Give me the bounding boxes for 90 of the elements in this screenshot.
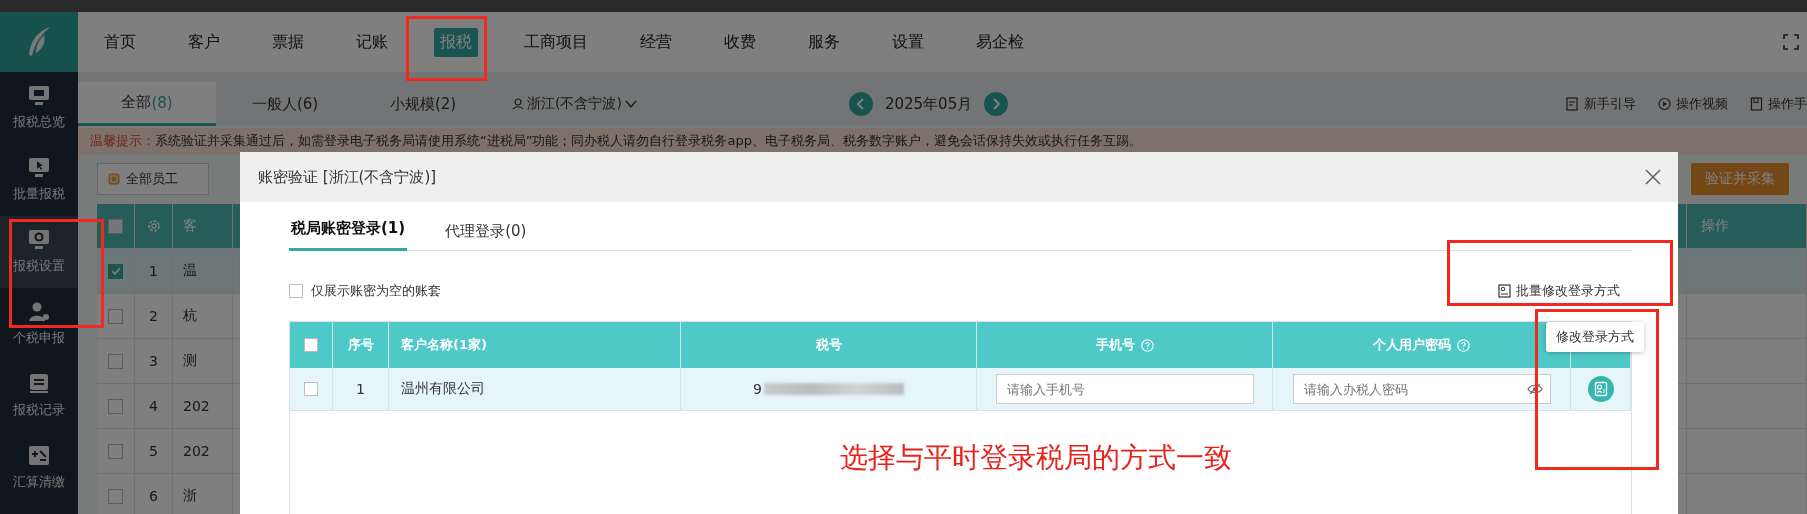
column-header: 客户名称(1家) [401, 336, 487, 354]
phone-field[interactable]: 请输入手机号 [995, 374, 1254, 404]
table-cell: 温 [183, 262, 197, 280]
checkbox[interactable] [289, 284, 303, 298]
sidebar-item[interactable]: 批量报税 [0, 144, 78, 216]
close-icon[interactable] [1645, 169, 1661, 185]
edit-login-button[interactable] [1587, 376, 1614, 402]
sidebar-item[interactable]: 报税记录 [0, 360, 78, 432]
table-cell: 5 [149, 443, 158, 459]
column-header: 手机号 [1095, 336, 1135, 354]
table-cell: 温州有限公司 [401, 380, 485, 398]
notice-text: 系统验证并采集通过后，如需登录电子税务局请使用系统“进税局”功能；同办税人请勿自行登录税务app、电子税务局、税务数字账户，避免会话保持失效或执行任务互踢。 [155, 132, 1142, 150]
password-field[interactable]: 请输入办税人密码 [1292, 374, 1551, 404]
sidebar-icon [27, 157, 51, 179]
tooltip: 修改登录方式 [1546, 322, 1644, 352]
document-icon [1566, 97, 1579, 111]
table-cell: 4 [149, 398, 158, 414]
sidebar-icon [27, 85, 51, 107]
category-tab[interactable]: 全部(8) [78, 82, 216, 126]
portrait-icon [1498, 284, 1511, 298]
checkbox[interactable] [304, 338, 318, 352]
checkbox[interactable] [108, 353, 123, 369]
table-cell: 测 [183, 352, 197, 370]
table-cell: 2 [149, 308, 158, 324]
login-tab[interactable]: 税局账密登录(1) [289, 219, 408, 251]
annotation-text: 选择与平时登录税局的方式一致 [839, 440, 1232, 476]
checkbox[interactable] [108, 488, 123, 504]
help-link[interactable]: 操作手 [1750, 95, 1807, 113]
column-header: 个人用户密码 [1373, 336, 1451, 354]
checkbox[interactable] [108, 308, 123, 324]
help-link[interactable]: 新手引导 [1566, 95, 1636, 113]
checkbox[interactable] [108, 398, 123, 414]
table-cell: 1 [149, 263, 158, 279]
table-cell: 杭 [183, 307, 197, 325]
column-header: 序号 [347, 336, 374, 354]
sidebar-icon [27, 229, 51, 251]
nav-item[interactable]: 设置 [886, 27, 930, 57]
help-icon[interactable] [1140, 338, 1154, 352]
settings-icon[interactable] [146, 219, 161, 233]
table-cell: 浙 [183, 487, 197, 505]
checkbox[interactable] [108, 443, 123, 459]
checkbox[interactable] [108, 218, 123, 234]
sidebar-icon [27, 301, 51, 323]
table-cell: 9 [753, 381, 762, 397]
eye-off-icon[interactable] [1526, 383, 1543, 395]
sidebar-item[interactable]: 报税总览 [0, 72, 78, 144]
staff-icon [108, 173, 120, 185]
nav-item[interactable]: 经营 [634, 27, 678, 57]
staff-filter[interactable]: 全部员工 [97, 163, 209, 195]
person-icon [512, 98, 524, 110]
dialog-title: 账密验证 [浙江(不含宁波)] [258, 167, 437, 187]
column-header: 客 [183, 217, 197, 235]
table-cell: 6 [149, 488, 158, 504]
table-cell: 3 [149, 353, 158, 369]
help-link[interactable]: 操作视频 [1658, 95, 1728, 113]
category-tab[interactable]: 小规模(2) [354, 82, 492, 126]
table-cell: 1 [356, 381, 365, 397]
sidebar-item[interactable]: 汇算清缴 [0, 432, 78, 504]
sidebar-icon [27, 445, 51, 467]
checkbox[interactable] [108, 263, 123, 279]
nav-item[interactable]: 记账 [350, 27, 394, 57]
chevron-down-icon [624, 99, 637, 109]
nav-item[interactable]: 票据 [266, 27, 310, 57]
region-select[interactable]: 浙江(不含宁波) [512, 82, 637, 126]
category-tab[interactable]: 一般人(6) [216, 82, 354, 126]
next-month-button[interactable] [984, 92, 1009, 116]
nav-item[interactable]: 服务 [802, 27, 846, 57]
book-icon [1750, 97, 1763, 111]
previous-month-button[interactable] [848, 92, 873, 116]
column-header: 操作 [1701, 217, 1729, 235]
login-tab[interactable]: 代理登录(0) [443, 222, 529, 251]
nav-item[interactable]: 收费 [718, 27, 762, 57]
nav-item[interactable]: 工商项目 [518, 27, 594, 57]
period-label: 2025年05月 [884, 94, 973, 114]
fullscreen-icon[interactable] [1783, 34, 1799, 50]
help-icon[interactable] [1457, 338, 1470, 352]
sidebar-item[interactable]: 个税申报 [0, 288, 78, 360]
column-header: 税号 [815, 336, 842, 354]
nav-item[interactable]: 易企检 [970, 27, 1030, 57]
table-cell: 202 [183, 443, 210, 459]
play-icon [1658, 97, 1671, 111]
sidebar-icon [27, 373, 51, 395]
sidebar-item[interactable]: 报税设置 [0, 216, 78, 288]
checkbox[interactable] [304, 382, 318, 396]
nav-item[interactable]: 客户 [182, 27, 226, 57]
batch-edit-link[interactable]: 批量修改登录方式 [1498, 282, 1620, 300]
checkbox-label: 仅展示账密为空的账套 [311, 282, 441, 300]
notice-label: 温馨提示： [90, 132, 155, 150]
nav-item[interactable]: 首页 [98, 27, 142, 57]
table-cell: 202 [183, 398, 210, 414]
